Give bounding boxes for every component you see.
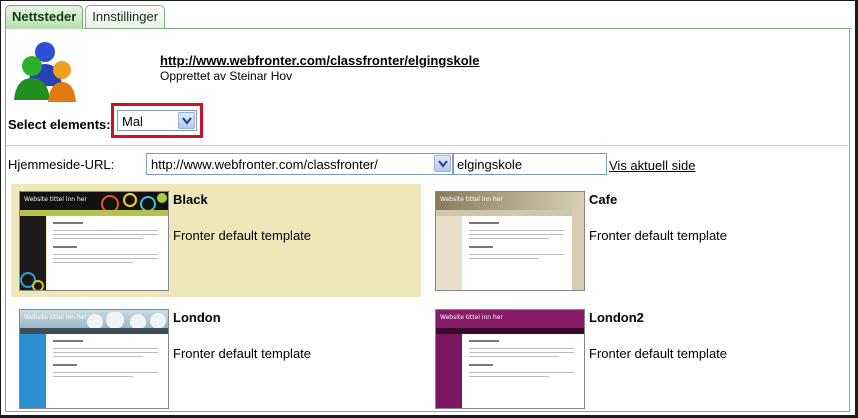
template-item-london[interactable]: Website tittel inn her London Fronter de… xyxy=(11,302,421,415)
chevron-down-icon[interactable] xyxy=(434,155,451,172)
template-item-black[interactable]: Website tittel inn her Black Fronter def… xyxy=(11,184,421,297)
swirl-decoration xyxy=(20,272,44,290)
template-name: London2 xyxy=(589,310,644,325)
elements-dropdown-value: Mal xyxy=(122,114,143,129)
template-name: London xyxy=(173,310,221,325)
template-name: Cafe xyxy=(589,192,618,207)
thumb-sidebar xyxy=(20,334,46,408)
template-description: Fronter default template xyxy=(589,228,728,243)
thumb-content xyxy=(463,334,584,408)
tab-nettsteder[interactable]: Nettsteder xyxy=(5,5,84,29)
base-url-dropdown[interactable]: http://www.webfronter.com/classfronter/ xyxy=(146,153,453,175)
template-thumbnail: Website tittel inn her xyxy=(19,191,169,291)
users-icon xyxy=(14,42,76,102)
thumb-title: Website tittel inn her xyxy=(24,196,87,203)
template-item-london2[interactable]: Website tittel inn her London2 Fronter d… xyxy=(427,302,837,415)
cloud-decoration xyxy=(87,312,166,328)
template-description: Fronter default template xyxy=(589,346,728,361)
template-description: Fronter default template xyxy=(173,346,312,361)
thumb-pattern xyxy=(572,210,584,290)
thumb-sidebar xyxy=(436,334,462,408)
template-thumbnail: Website tittel inn her xyxy=(435,309,585,409)
template-thumbnail: Website tittel inn her xyxy=(435,191,585,291)
path-input[interactable] xyxy=(453,153,607,175)
select-elements-label: Select elements: xyxy=(8,117,111,132)
created-by-text: Opprettet av Steinar Hov xyxy=(160,69,293,83)
thumb-content xyxy=(47,334,168,408)
view-current-page-link[interactable]: Vis aktuell side xyxy=(609,158,695,173)
template-item-cafe[interactable]: Website tittel inn her Cafe Fronter defa… xyxy=(427,184,837,297)
template-description: Fronter default template xyxy=(173,228,312,243)
homepage-url-label: Hjemmeside-URL: xyxy=(8,157,115,172)
thumb-content xyxy=(463,216,571,290)
site-url-link[interactable]: http://www.webfronter.com/classfronter/e… xyxy=(160,53,480,68)
thumb-sidebar xyxy=(436,216,462,290)
base-url-value: http://www.webfronter.com/classfronter/ xyxy=(151,157,378,172)
tab-innstillinger[interactable]: Innstillinger xyxy=(85,5,166,29)
elements-dropdown[interactable]: Mal xyxy=(117,110,197,131)
separator xyxy=(6,145,848,146)
thumb-header: Website tittel inn her xyxy=(436,310,584,328)
thumb-header: Website tittel inn her xyxy=(436,192,584,210)
thumb-content xyxy=(47,216,168,290)
swirl-decoration xyxy=(101,193,167,210)
chevron-down-icon[interactable] xyxy=(178,112,195,129)
tab-bar: Nettsteder Innstillinger xyxy=(5,5,166,29)
template-name: Black xyxy=(173,192,208,207)
thumb-title: Website tittel inn her xyxy=(440,314,503,321)
thumb-title: Website tittel inn her xyxy=(440,196,503,203)
template-thumbnail: Website tittel inn her xyxy=(19,309,169,409)
thumb-title: Website tittel inn her xyxy=(24,314,87,321)
